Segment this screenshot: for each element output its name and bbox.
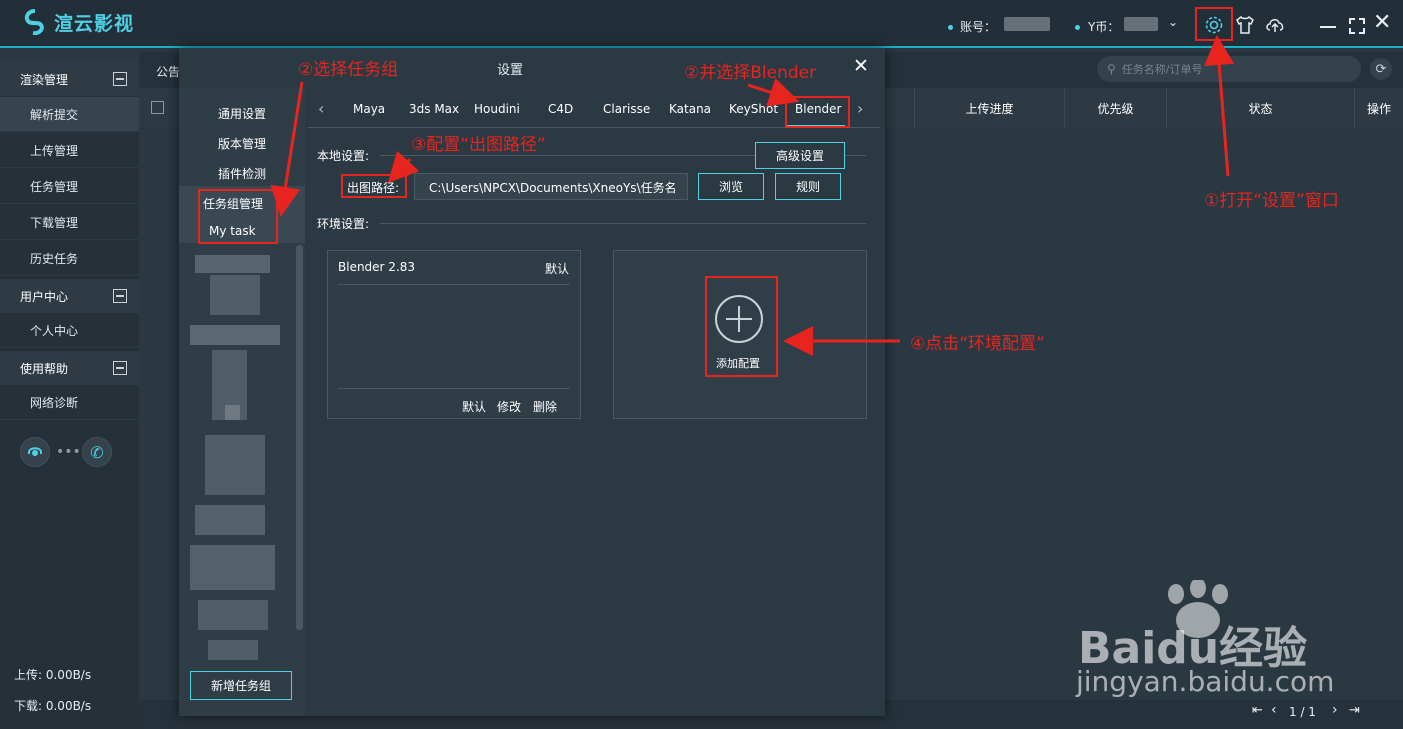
annotation-step4: ④点击“环境配置” [910, 334, 1045, 354]
annotation-step3: ③配置“出图路径” [411, 135, 546, 155]
annotation-step1: ①打开“设置”窗口 [1204, 191, 1339, 211]
annotation-step2-task-group: ②选择任务组 [298, 60, 399, 80]
watermark-url: jingyan.baidu.com [1076, 665, 1335, 698]
annotation-step2-blender: ②并选择Blender [684, 63, 817, 83]
